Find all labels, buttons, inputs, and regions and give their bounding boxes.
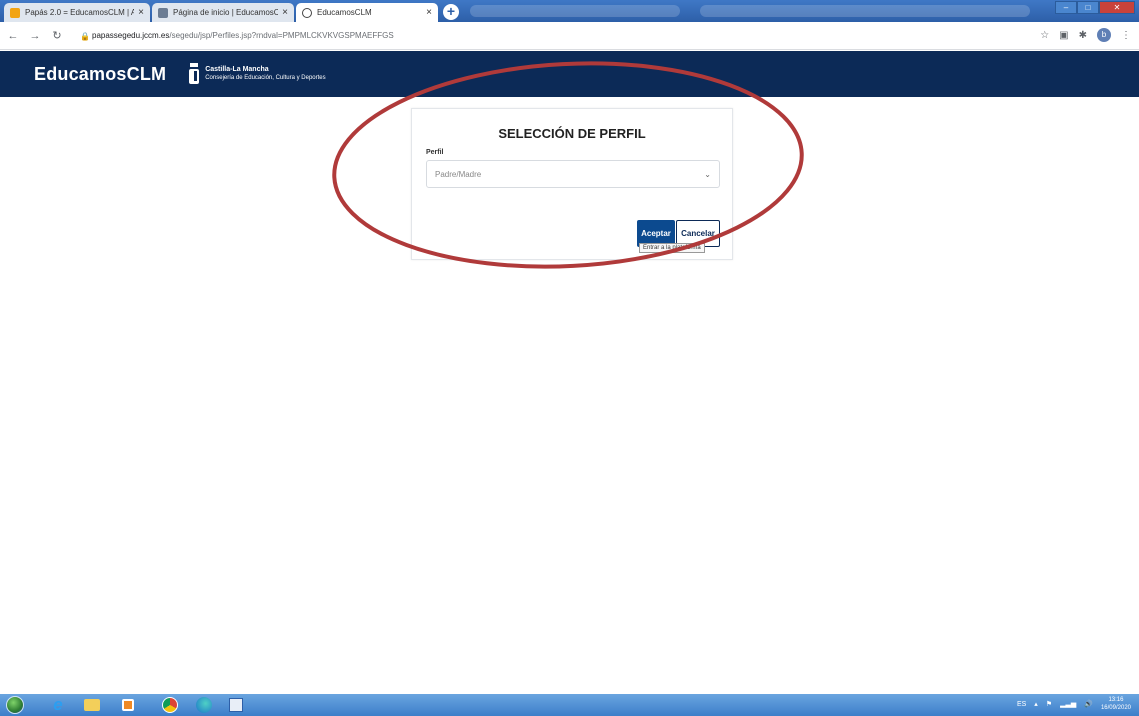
bookmark-star-icon[interactable]: ☆ [1040, 30, 1049, 41]
language-indicator[interactable]: ES [1017, 701, 1026, 708]
menu-icon[interactable]: ⋮ [1121, 30, 1131, 41]
maximize-icon[interactable]: □ [1077, 1, 1099, 14]
flag-icon[interactable]: ⚑ [1046, 700, 1052, 708]
org-subtitle: Consejería de Educación, Cultura y Depor… [205, 75, 326, 81]
edge-taskbar-icon[interactable] [194, 696, 214, 714]
new-tab-button[interactable]: + [443, 4, 459, 20]
globe-icon [302, 7, 312, 18]
chevron-down-icon: ⌄ [704, 169, 711, 179]
site-header: EducamosCLM Castilla-La Mancha Consejerí… [0, 51, 1139, 97]
tab-pagina-inicio[interactable]: Página de inicio | EducamosCLM × [152, 3, 294, 22]
url-host: papassegedu.jccm.es [92, 31, 170, 40]
clock-time: 13:16 [1108, 697, 1124, 703]
system-tray: ES ▴ ⚑ ▂▃▅ 🔊 13:16 16/09/2020 [1017, 696, 1131, 712]
profile-select-value: Padre/Madre [435, 169, 482, 179]
extension-icon[interactable]: ▣ [1059, 30, 1068, 41]
brand-logo[interactable]: EducamosCLM [34, 64, 166, 85]
jccm-logo: Castilla-La Mancha Consejería de Educaci… [188, 63, 326, 85]
blurred-region [700, 5, 1030, 17]
reload-icon[interactable]: ↻ [48, 29, 66, 42]
clock[interactable]: 13:16 16/09/2020 [1101, 696, 1131, 712]
jccm-favicon-icon [158, 7, 168, 18]
tab-educamosclm[interactable]: EducamosCLM × [296, 3, 438, 22]
blurred-region [470, 5, 680, 17]
window-close-icon[interactable]: ✕ [1099, 1, 1135, 14]
ie-icon [10, 7, 20, 18]
volume-icon[interactable]: 🔊 [1084, 700, 1093, 708]
profile-field-label: Perfil [426, 149, 444, 156]
castilla-la-mancha-emblem-icon [189, 63, 200, 84]
puzzle-icon[interactable]: ✱ [1079, 30, 1087, 41]
start-button[interactable] [4, 696, 26, 714]
tray-arrow-icon[interactable]: ▴ [1034, 700, 1038, 708]
toolbar-actions: ☆ ▣ ✱ b ⋮ [1040, 28, 1131, 42]
url-path: /segedu/jsp/Perfiles.jsp?rndval=PMPMLCKV… [169, 31, 394, 40]
windows-taskbar: e ES ▴ ⚑ ▂▃▅ 🔊 13:16 16/09/2020 [0, 694, 1139, 716]
window-controls: – □ ✕ [1055, 1, 1135, 14]
clock-date: 16/09/2020 [1100, 705, 1131, 711]
close-icon[interactable]: × [138, 7, 144, 18]
accept-tooltip: Entrar a la plataforma [639, 243, 705, 253]
tab-label: EducamosCLM [317, 8, 372, 17]
tab-label: Papás 2.0 = EducamosCLM | Alu [25, 8, 135, 17]
browser-tab-strip: Papás 2.0 = EducamosCLM | Alu × Página d… [0, 0, 1139, 22]
media-player-taskbar-icon[interactable] [118, 696, 138, 714]
address-bar: ← → ↻ 🔒 papassegedu.jccm.es/segedu/jsp/P… [0, 22, 1139, 50]
profile-select[interactable]: Padre/Madre ⌄ [426, 160, 720, 188]
close-icon[interactable]: × [282, 7, 288, 18]
page-title: SELECCIÓN DE PERFIL [498, 126, 646, 141]
close-icon[interactable]: × [426, 7, 432, 18]
lock-icon[interactable]: 🔒 [80, 32, 90, 41]
forward-icon[interactable]: → [26, 30, 44, 42]
chrome-taskbar-icon[interactable] [160, 696, 180, 714]
explorer-taskbar-icon[interactable] [82, 696, 102, 714]
minimize-icon[interactable]: – [1055, 1, 1077, 14]
url-field[interactable]: papassegedu.jccm.es/segedu/jsp/Perfiles.… [92, 31, 394, 40]
tab-label: Página de inicio | EducamosCLM [173, 8, 279, 17]
profile-avatar[interactable]: b [1097, 28, 1111, 42]
tab-papas[interactable]: Papás 2.0 = EducamosCLM | Alu × [4, 3, 150, 22]
profile-selection-card: SELECCIÓN DE PERFIL Perfil Padre/Madre ⌄… [411, 108, 733, 260]
back-icon[interactable]: ← [4, 30, 22, 42]
org-name: Castilla-La Mancha [205, 66, 269, 73]
ie-taskbar-icon[interactable]: e [48, 695, 68, 714]
app-taskbar-icon[interactable] [226, 696, 246, 714]
windows-start-icon [6, 696, 24, 714]
signal-icon[interactable]: ▂▃▅ [1060, 700, 1076, 708]
